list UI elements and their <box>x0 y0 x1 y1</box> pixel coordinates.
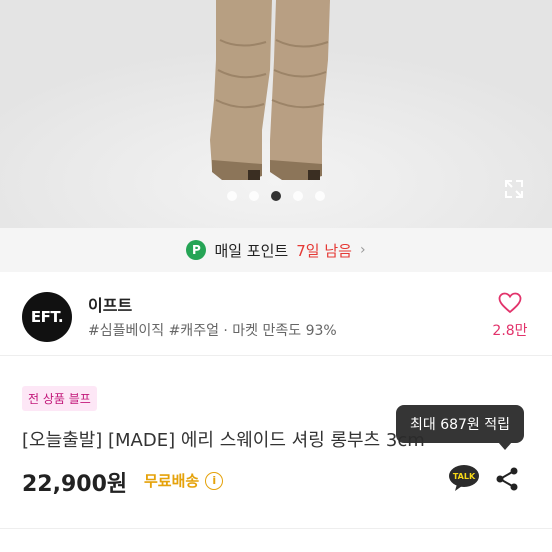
gallery-dot[interactable] <box>293 191 303 201</box>
chevron-right-icon: › <box>359 242 366 258</box>
seller-name[interactable]: 이프트 <box>88 292 132 316</box>
like-count: 2.8만 <box>492 323 528 339</box>
gallery-dot[interactable] <box>315 191 325 201</box>
info-icon[interactable]: i <box>205 471 224 490</box>
product-image-gallery[interactable] <box>0 0 552 228</box>
gallery-dot[interactable] <box>249 191 259 201</box>
free-shipping-label: 무료배송 <box>144 472 200 490</box>
talk-label: TALK <box>453 472 476 481</box>
like-button[interactable]: 2.8만 <box>490 292 530 340</box>
seller-section: EFT. 이프트 #심플베이직 #캐주얼 · 마켓 만족도 93% 2.8만 <box>0 272 552 356</box>
gallery-pagination[interactable] <box>0 191 552 201</box>
section-divider <box>0 528 552 529</box>
point-icon: P <box>186 240 207 260</box>
gallery-dot[interactable] <box>271 191 281 201</box>
point-remaining-days: 7일 남음 <box>296 241 352 260</box>
share-icon[interactable] <box>494 466 520 492</box>
seller-logo[interactable]: EFT. <box>22 292 72 342</box>
heart-icon <box>498 292 522 314</box>
sale-badge: 전 상품 블프 <box>22 386 97 411</box>
reward-tooltip: 최대 687원 적립 <box>396 405 524 450</box>
daily-point-banner[interactable]: P 매일 포인트 7일 남음 › <box>0 228 552 272</box>
kakao-talk-icon[interactable]: TALK <box>448 464 480 492</box>
gallery-dot[interactable] <box>227 191 237 201</box>
product-title: [오늘출발] [MADE] 에리 스웨이드 셔링 롱부츠 3cm <box>22 430 425 451</box>
seller-tags: #심플베이직 #캐주얼 · 마켓 만족도 93% <box>88 323 337 339</box>
expand-icon[interactable] <box>502 177 526 201</box>
free-shipping[interactable]: 무료배송 i <box>144 470 224 491</box>
product-price: 22,900원 <box>22 472 128 497</box>
point-banner-label: 매일 포인트 <box>214 241 289 260</box>
